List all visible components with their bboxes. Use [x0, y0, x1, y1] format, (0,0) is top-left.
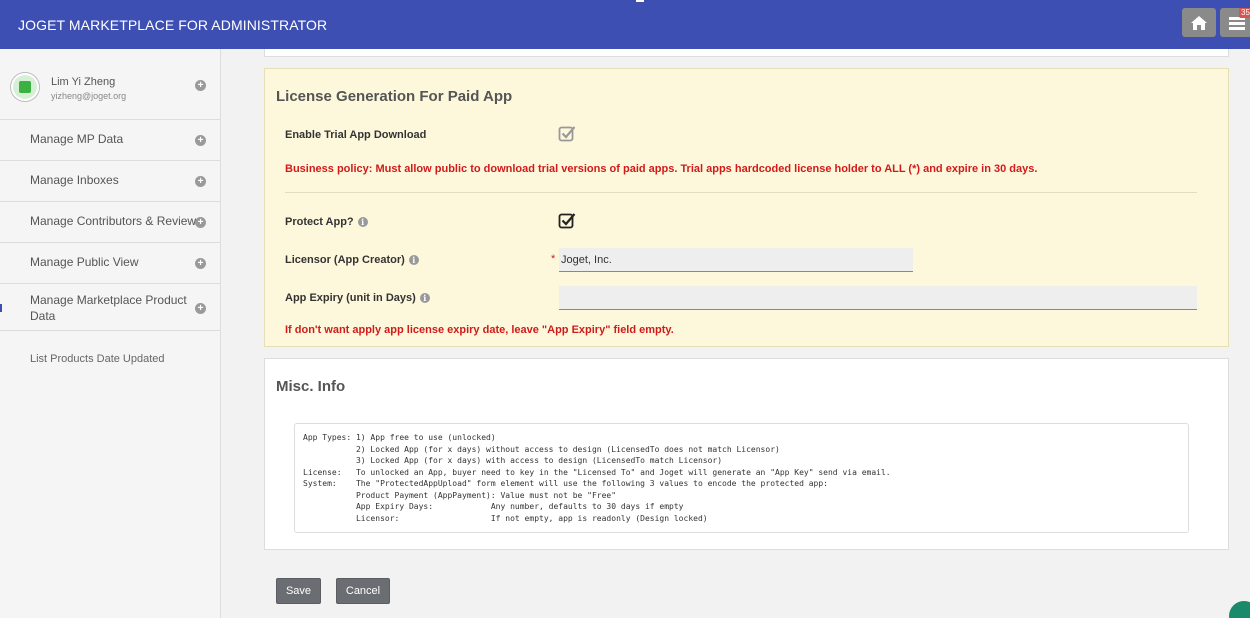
- divider: [285, 192, 1197, 193]
- avatar: [11, 73, 39, 101]
- plus-circle-icon[interactable]: +: [195, 80, 206, 91]
- sidebar-item-manage-mp-data[interactable]: Manage MP Data +: [0, 120, 220, 161]
- panel-title: Misc. Info: [276, 378, 346, 395]
- floating-action-button[interactable]: [1229, 601, 1250, 618]
- sidebar-item-label: Manage Marketplace Product Data: [30, 293, 187, 323]
- misc-info-box: App Types: 1) App free to use (unlocked)…: [294, 423, 1189, 533]
- app-expiry-label-text: App Expiry (unit in Days): [285, 292, 416, 304]
- sidebar: Lim Yi Zheng yizheng@joget.org + Manage …: [0, 49, 221, 618]
- plus-circle-icon[interactable]: +: [195, 258, 206, 269]
- user-email: yizheng@joget.org: [51, 91, 127, 101]
- misc-info-panel: Misc. Info App Types: 1) App free to use…: [264, 358, 1229, 550]
- protect-app-checkbox[interactable]: [558, 211, 576, 229]
- misc-info-text: App Types: 1) App free to use (unlocked)…: [303, 433, 891, 523]
- user-name: Lim Yi Zheng: [51, 76, 116, 88]
- sidebar-subitem-list-products-date-updated[interactable]: List Products Date Updated: [30, 353, 165, 365]
- save-button[interactable]: Save: [276, 578, 321, 604]
- info-icon[interactable]: i: [357, 217, 368, 227]
- home-button[interactable]: [1182, 8, 1216, 37]
- required-marker: *: [551, 253, 556, 265]
- protect-app-label: Protect App? i: [285, 216, 368, 228]
- previous-section-edge: [264, 49, 1229, 57]
- licensor-label-text: Licensor (App Creator): [285, 254, 405, 266]
- licensor-input[interactable]: Joget, Inc.: [559, 248, 913, 272]
- sidebar-item-manage-marketplace-product-data[interactable]: Manage Marketplace Product Data +: [0, 284, 220, 331]
- license-panel: License Generation For Paid App Enable T…: [264, 68, 1229, 347]
- plus-circle-icon[interactable]: +: [195, 303, 206, 314]
- app-title: JOGET MARKETPLACE FOR ADMINISTRATOR: [18, 16, 328, 33]
- plus-circle-icon[interactable]: +: [195, 135, 206, 146]
- sidebar-item-manage-public-view[interactable]: Manage Public View +: [0, 243, 220, 284]
- notification-badge: 35: [1239, 8, 1250, 18]
- trial-download-label-text: Enable Trial App Download: [285, 129, 427, 141]
- sidebar-item-manage-inboxes[interactable]: Manage Inboxes +: [0, 161, 220, 202]
- app-expiry-input[interactable]: [559, 286, 1197, 310]
- info-icon[interactable]: i: [408, 255, 419, 265]
- trial-download-label: Enable Trial App Download: [285, 129, 426, 141]
- info-icon[interactable]: i: [419, 293, 430, 303]
- sidebar-item-label: Manage Inboxes: [30, 173, 119, 187]
- protect-app-label-text: Protect App?: [285, 216, 354, 228]
- sidebar-item-label: Manage Public View: [30, 255, 139, 269]
- avatar-icon: [19, 81, 31, 93]
- plus-circle-icon[interactable]: +: [195, 176, 206, 187]
- user-profile[interactable]: Lim Yi Zheng yizheng@joget.org +: [0, 49, 220, 120]
- trial-download-checkbox[interactable]: [558, 124, 576, 142]
- sidebar-item-label: Manage MP Data: [30, 132, 124, 146]
- top-marker: [636, 0, 644, 2]
- sidebar-item-manage-contributors[interactable]: Manage Contributors & Reviews +: [0, 202, 220, 243]
- app-expiry-label: App Expiry (unit in Days) i: [285, 292, 430, 304]
- plus-circle-icon[interactable]: +: [195, 217, 206, 228]
- sidebar-item-label: Manage Contributors & Reviews: [30, 214, 203, 228]
- expiry-note-text: If don't want apply app license expiry d…: [285, 324, 674, 336]
- licensor-label: Licensor (App Creator) i: [285, 254, 419, 266]
- home-icon: [1191, 15, 1207, 30]
- cancel-button[interactable]: Cancel: [336, 578, 390, 604]
- top-header: JOGET MARKETPLACE FOR ADMINISTRATOR 35: [0, 0, 1250, 49]
- business-policy-text: Business policy: Must allow public to do…: [285, 163, 1038, 175]
- panel-title: License Generation For Paid App: [276, 88, 513, 105]
